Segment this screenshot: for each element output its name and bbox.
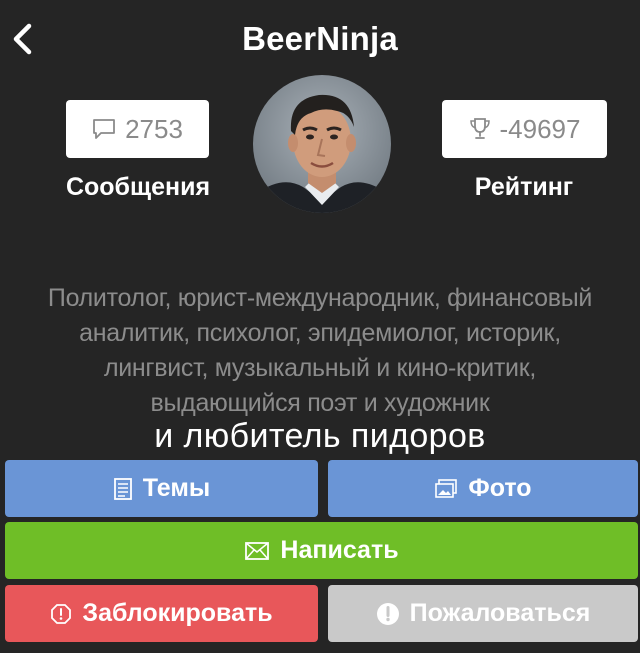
photos-label: Фото <box>468 474 532 502</box>
block-button[interactable]: Заблокировать <box>5 585 318 642</box>
rating-box[interactable]: -49697 <box>442 100 607 158</box>
avatar-photo <box>253 75 391 213</box>
avatar[interactable] <box>253 75 391 213</box>
profile-bio: Политолог, юрист-международник, финансов… <box>0 281 640 421</box>
envelope-icon <box>245 541 270 560</box>
document-icon <box>113 477 132 500</box>
rating-label: Рейтинг <box>474 173 574 201</box>
bio-line: выдающийся поэт и художник <box>150 389 490 417</box>
write-message-button[interactable]: Написать <box>5 522 638 579</box>
write-label: Написать <box>280 536 399 564</box>
topics-button[interactable]: Темы <box>5 460 318 517</box>
messages-count: 2753 <box>125 113 183 144</box>
trophy-icon <box>469 118 490 139</box>
exclamation-circle-icon <box>376 602 399 625</box>
photo-icon <box>435 478 458 498</box>
messages-count-box[interactable]: 2753 <box>66 100 209 158</box>
speech-bubble-icon <box>93 119 115 139</box>
report-label: Пожаловаться <box>409 599 591 627</box>
report-button[interactable]: Пожаловаться <box>328 585 638 642</box>
bio-line: Политолог, юрист-международник, финансов… <box>47 284 593 312</box>
messages-label: Сообщения <box>65 173 211 201</box>
bio-line: аналитик, психолог, эпидемиолог, историк… <box>79 319 561 347</box>
rating-value: -49697 <box>499 113 581 144</box>
block-label: Заблокировать <box>82 599 273 627</box>
page-title: BeerNinja <box>242 20 398 57</box>
bio-line: лингвист, музыкальный и кино-критик, <box>103 354 537 382</box>
photos-button[interactable]: Фото <box>328 460 638 517</box>
alert-octagon-icon <box>51 603 72 624</box>
bio-overlay-text: и любитель пидоров <box>154 417 486 455</box>
topics-label: Темы <box>142 474 211 502</box>
